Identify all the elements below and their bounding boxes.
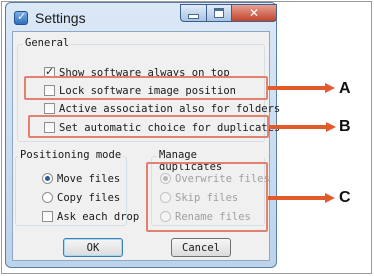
maximize-button[interactable]: [206, 4, 231, 22]
move-files-option[interactable]: Move files: [42, 171, 120, 186]
option-label: Active association also for folders: [59, 102, 281, 115]
ask-each-drop-option[interactable]: Ask each drop: [42, 209, 139, 224]
arrow-b: [269, 125, 327, 129]
close-icon: ✕: [248, 6, 260, 20]
option-label: Ask each drop: [57, 210, 140, 223]
minimize-icon: [188, 13, 199, 19]
callout-c: C: [339, 189, 351, 206]
callout-a: A: [339, 80, 351, 97]
general-legend: General: [23, 37, 72, 49]
copy-files-radio[interactable]: [42, 192, 53, 203]
title-bar[interactable]: Settings ✕: [6, 3, 277, 31]
radio-label: Copy files: [57, 191, 121, 204]
highlight-b: [28, 115, 269, 138]
arrowhead-a: [325, 83, 335, 93]
option-active-association[interactable]: Active association also for folders: [44, 101, 280, 116]
maximize-icon: [214, 8, 224, 18]
arrowhead-c: [325, 193, 335, 203]
window-title: Settings: [35, 10, 86, 26]
highlight-a: [24, 76, 268, 100]
highlight-c: [146, 162, 268, 232]
arrow-a: [268, 86, 326, 90]
cancel-button[interactable]: Cancel: [171, 238, 231, 257]
callout-b: B: [339, 118, 351, 135]
arrowhead-b: [326, 122, 336, 132]
window-controls: ✕: [180, 4, 277, 22]
copy-files-option[interactable]: Copy files: [42, 190, 120, 205]
close-button[interactable]: ✕: [231, 4, 277, 22]
minimize-button[interactable]: [180, 4, 206, 22]
ok-button[interactable]: OK: [63, 238, 123, 257]
move-files-radio[interactable]: [42, 173, 53, 184]
radio-label: Move files: [57, 172, 121, 185]
active-association-checkbox[interactable]: [44, 103, 55, 114]
positioning-legend: Positioning mode: [18, 149, 124, 161]
arrow-c: [268, 196, 326, 200]
ask-each-drop-checkbox[interactable]: [42, 211, 53, 222]
app-icon: [14, 10, 28, 25]
